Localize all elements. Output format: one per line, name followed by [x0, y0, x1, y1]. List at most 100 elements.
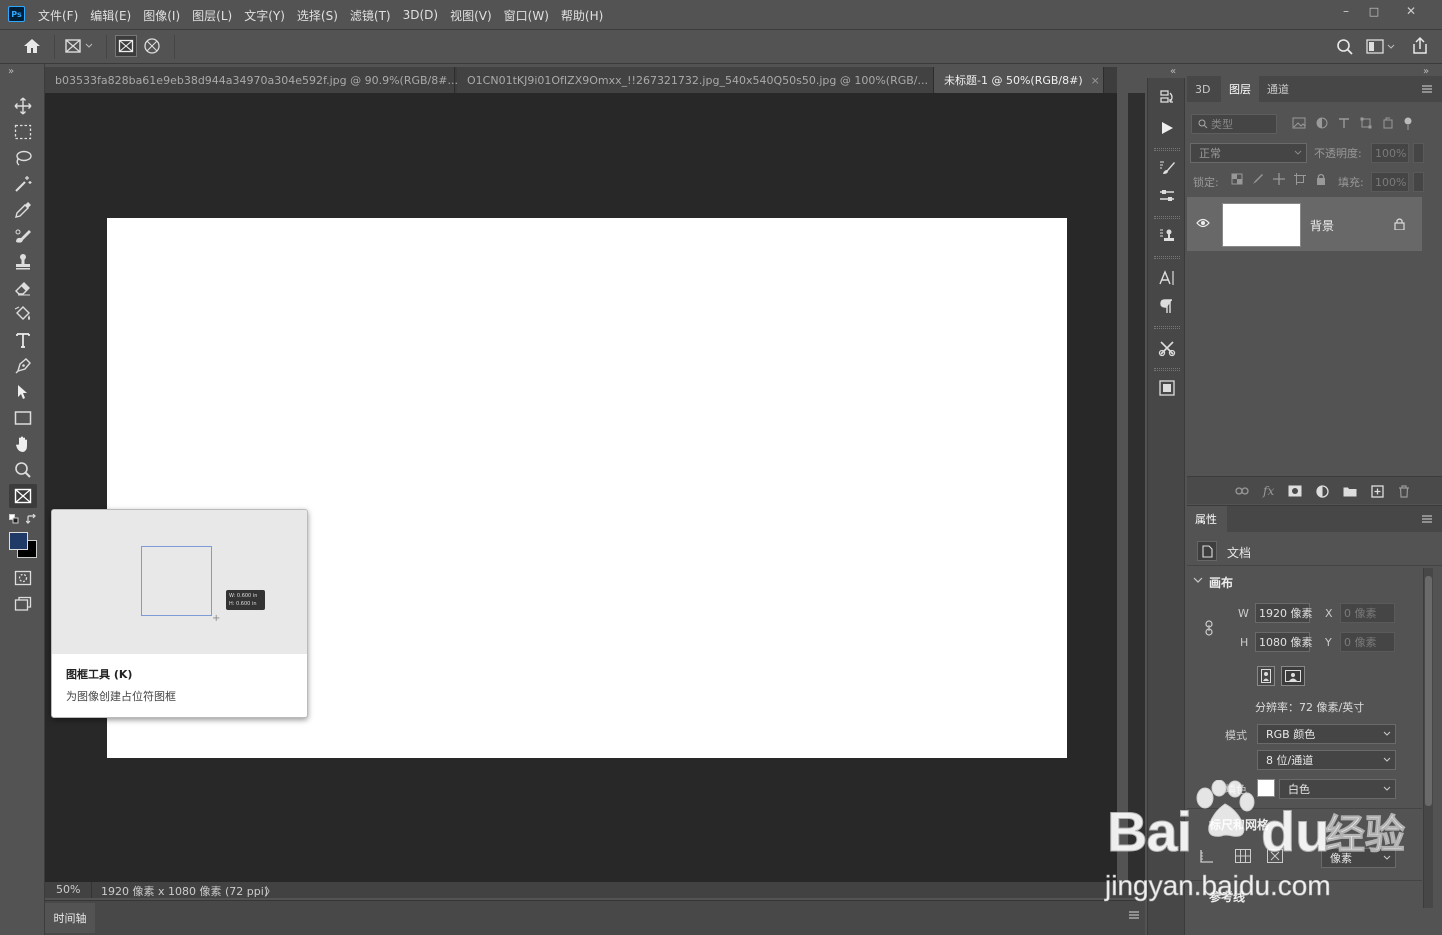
type-tool[interactable] — [9, 328, 37, 352]
new-layer-icon[interactable] — [1371, 484, 1384, 498]
type-filter-icon[interactable] — [1338, 117, 1350, 129]
portrait-button[interactable] — [1257, 666, 1275, 686]
tool-presets-icon[interactable] — [1154, 336, 1180, 360]
workspace-switcher[interactable] — [1366, 39, 1395, 54]
menu-3d[interactable]: 3D(D) — [397, 8, 444, 22]
guides-section-title[interactable]: 参考线 — [1209, 888, 1245, 905]
swap-colors-icon[interactable] — [26, 514, 37, 525]
properties-scrollbar[interactable] — [1423, 568, 1433, 908]
ellipse-frame-button[interactable] — [143, 37, 161, 55]
smart-object-filter-icon[interactable] — [1382, 117, 1394, 129]
landscape-button[interactable] — [1281, 666, 1305, 686]
link-dimensions-icon[interactable] — [1204, 620, 1214, 636]
adjustment-layer-icon[interactable] — [1316, 484, 1329, 498]
layer-name[interactable]: 背景 — [1310, 217, 1334, 234]
magic-wand-tool[interactable] — [9, 172, 37, 196]
pixel-filter-icon[interactable] — [1292, 117, 1306, 129]
share-icon[interactable] — [1410, 36, 1430, 56]
hand-tool[interactable] — [9, 432, 37, 456]
layer-filter-select[interactable]: 类型 — [1191, 114, 1277, 134]
panel-menu-icon[interactable] — [1128, 910, 1140, 920]
width-input[interactable]: 1920 像素 — [1255, 603, 1313, 623]
brush-settings-icon[interactable] — [1154, 156, 1180, 180]
panel-menu-icon[interactable] — [1421, 514, 1433, 524]
maximize-button[interactable]: □ — [1361, 2, 1387, 20]
default-colors-icon[interactable] — [9, 514, 19, 524]
filter-toggle-icon[interactable] — [1404, 117, 1412, 131]
lock-transparent-icon[interactable] — [1231, 173, 1243, 185]
fill-dropdown[interactable] — [1413, 172, 1424, 192]
adjustments-icon[interactable] — [1154, 184, 1180, 208]
paragraph-icon[interactable] — [1154, 294, 1180, 318]
blend-mode-select[interactable]: 正常 — [1190, 143, 1307, 163]
rulers-grids-section-title[interactable]: 标尺和网格 — [1209, 816, 1269, 833]
adjustment-filter-icon[interactable] — [1316, 117, 1328, 129]
eraser-tool[interactable] — [9, 276, 37, 300]
fill-input[interactable]: 100% — [1371, 172, 1409, 192]
menu-window[interactable]: 窗口(W) — [498, 7, 555, 24]
history-icon[interactable] — [1154, 86, 1180, 110]
actions-play-icon[interactable] — [1154, 116, 1180, 140]
panel-menu-icon[interactable] — [1421, 84, 1433, 94]
minimize-button[interactable]: – — [1333, 2, 1359, 20]
frame-tool[interactable] — [9, 484, 37, 508]
chevron-down-icon[interactable] — [1193, 576, 1203, 584]
lock-artboard-icon[interactable] — [1294, 173, 1306, 185]
healing-brush-tool[interactable] — [9, 224, 37, 248]
lock-pixels-icon[interactable] — [1252, 173, 1264, 185]
ruler-units-select[interactable]: 像素 — [1321, 848, 1396, 868]
bit-depth-select[interactable]: 8 位/通道 — [1257, 750, 1396, 770]
tab-properties[interactable]: 属性 — [1187, 506, 1227, 532]
character-icon[interactable] — [1154, 266, 1180, 290]
lasso-tool[interactable] — [9, 146, 37, 170]
fill-color-swatch[interactable] — [1257, 779, 1275, 797]
move-tool[interactable] — [9, 94, 37, 118]
trash-icon[interactable] — [1398, 484, 1410, 498]
height-input[interactable]: 1080 像素 — [1255, 632, 1313, 652]
status-menu-arrow[interactable]: 〉 — [265, 883, 276, 899]
libraries-icon[interactable] — [1154, 376, 1180, 400]
grid-icon[interactable] — [1235, 849, 1251, 863]
y-input[interactable]: 0 像素 — [1340, 632, 1395, 652]
clone-source-icon[interactable] — [1154, 224, 1180, 248]
menu-edit[interactable]: 编辑(E) — [84, 7, 137, 24]
guides-icon[interactable] — [1267, 849, 1283, 863]
canvas-section-title[interactable]: 画布 — [1209, 574, 1233, 591]
menu-select[interactable]: 选择(S) — [291, 7, 344, 24]
timeline-tab[interactable]: 时间轴 — [45, 903, 95, 933]
zoom-tool[interactable] — [9, 458, 37, 482]
fx-icon[interactable]: fx — [1263, 484, 1274, 498]
shape-filter-icon[interactable] — [1360, 117, 1372, 129]
collapse-dock-button[interactable]: « — [1170, 66, 1176, 77]
tab-channels[interactable]: 通道 — [1259, 76, 1297, 102]
rectangle-frame-button[interactable] — [115, 35, 137, 57]
fill-color-select[interactable]: 白色 — [1279, 779, 1396, 799]
menu-type[interactable]: 文字(Y) — [238, 7, 291, 24]
pen-tool[interactable] — [9, 354, 37, 378]
screen-mode-button[interactable] — [9, 592, 37, 616]
opacity-input[interactable]: 100% — [1371, 143, 1409, 163]
close-tab-icon[interactable]: × — [1091, 74, 1100, 87]
lock-position-icon[interactable] — [1273, 173, 1285, 185]
stamp-tool[interactable] — [9, 250, 37, 274]
link-icon[interactable] — [1235, 486, 1249, 496]
mask-icon[interactable] — [1288, 485, 1302, 497]
menu-view[interactable]: 视图(V) — [444, 7, 498, 24]
marquee-tool[interactable] — [9, 120, 37, 144]
folder-icon[interactable] — [1343, 486, 1357, 497]
paint-bucket-tool[interactable] — [9, 302, 37, 326]
search-icon[interactable] — [1336, 38, 1354, 56]
doc-tab[interactable]: b03533fa828ba61e9eb38d944a34970a304e592f… — [45, 67, 475, 93]
menu-file[interactable]: 文件(F) — [32, 7, 84, 24]
opacity-dropdown[interactable] — [1413, 143, 1424, 163]
home-icon[interactable] — [22, 37, 42, 55]
doc-tab[interactable]: O1CN01tKJ9i01OfIZX9Omxx_!!267321732.jpg_… — [457, 67, 945, 93]
vertical-scrollbar[interactable] — [1128, 93, 1145, 882]
rectangle-tool[interactable] — [9, 406, 37, 430]
foreground-color-swatch[interactable] — [9, 532, 28, 550]
menu-image[interactable]: 图像(I) — [137, 7, 186, 24]
zoom-level[interactable]: 50% — [56, 883, 80, 896]
eye-icon[interactable] — [1196, 218, 1210, 228]
tab-layers[interactable]: 图层 — [1221, 76, 1259, 102]
menu-filter[interactable]: 滤镜(T) — [344, 7, 397, 24]
